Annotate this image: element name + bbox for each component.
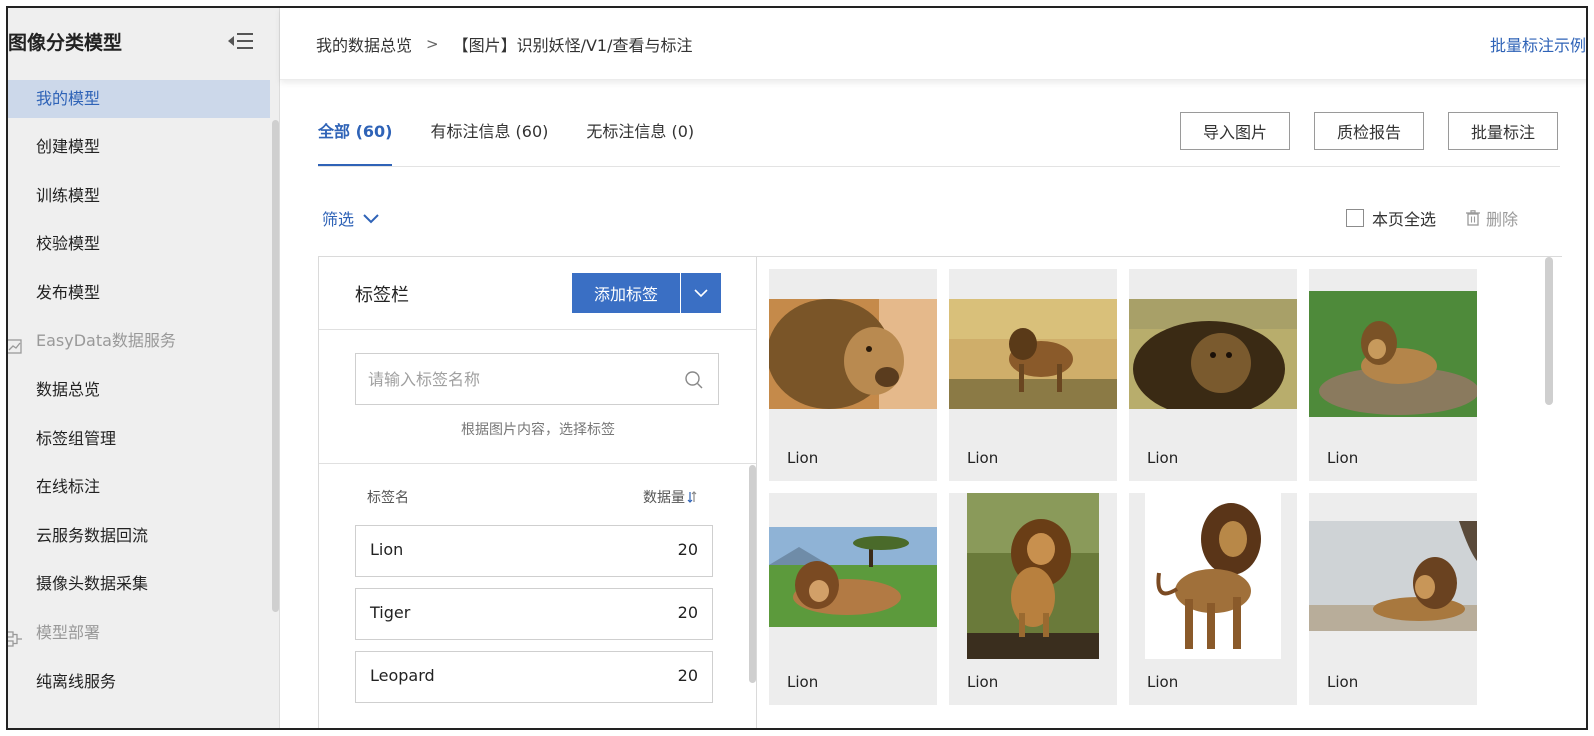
- image-card[interactable]: Lion: [949, 493, 1117, 705]
- column-header-count[interactable]: 数据量: [643, 487, 697, 507]
- label-row[interactable]: Leopard 20: [355, 651, 713, 703]
- image-thumbnail: [1309, 521, 1477, 631]
- image-label: Lion: [1327, 449, 1359, 467]
- collapse-menu-icon[interactable]: [226, 30, 254, 52]
- image-label: Lion: [787, 449, 819, 467]
- label-panel-title: 标签栏: [355, 285, 409, 306]
- label-row[interactable]: Lion 20: [355, 525, 713, 577]
- search-icon[interactable]: [684, 370, 704, 390]
- label-row[interactable]: Tiger 20: [355, 588, 713, 640]
- add-label-dropdown[interactable]: [681, 273, 721, 313]
- chevron-down-icon: [363, 214, 379, 224]
- sidebar-scrollbar[interactable]: [272, 120, 279, 612]
- label-count: 20: [677, 603, 698, 622]
- tab-labeled[interactable]: 有标注信息 (60): [430, 120, 548, 168]
- divider: [319, 463, 757, 464]
- sidebar-item-data-overview[interactable]: 数据总览: [8, 371, 270, 409]
- add-label-button[interactable]: 添加标签: [572, 273, 680, 313]
- select-all-page[interactable]: 本页全选: [1346, 206, 1436, 230]
- sidebar-title: 图像分类模型: [8, 32, 123, 54]
- image-card[interactable]: Lion: [1309, 269, 1477, 481]
- image-label: Lion: [787, 673, 819, 691]
- label-search-box: [355, 353, 719, 405]
- label-name: Lion: [370, 540, 404, 559]
- label-hint: 根据图片内容，选择标签: [461, 422, 615, 438]
- image-card[interactable]: Lion: [1129, 493, 1297, 705]
- image-grid: Lion Lion Lion Lion Lion Lion Lion Lion: [756, 256, 1562, 728]
- batch-annotate-button[interactable]: 批量标注: [1448, 112, 1558, 150]
- top-bar: 我的数据总览 > 【图片】识别妖怪/V1/查看与标注 批量标注示例: [280, 8, 1586, 80]
- sidebar: 图像分类模型 我的模型 创建模型 训练模型 校验模型 发布模型 EasyData…: [8, 8, 280, 728]
- image-card[interactable]: Lion: [1309, 493, 1477, 705]
- sidebar-item-camera-collect[interactable]: 摄像头数据采集: [8, 565, 270, 603]
- image-label: Lion: [967, 449, 999, 467]
- sidebar-item-create-model[interactable]: 创建模型: [8, 128, 270, 166]
- image-label: Lion: [1147, 449, 1179, 467]
- sidebar-item-label-group[interactable]: 标签组管理: [8, 420, 270, 458]
- breadcrumb-separator: >: [426, 35, 439, 53]
- sidebar-group-easydata: EasyData数据服务: [8, 322, 176, 360]
- chevron-down-icon: [694, 289, 708, 298]
- sidebar-group-deploy-label: 模型部署: [36, 623, 101, 642]
- tab-bar: 全部 (60) 有标注信息 (60) 无标注信息 (0): [318, 120, 732, 168]
- trash-icon: [1466, 210, 1480, 226]
- sidebar-item-online-annotation[interactable]: 在线标注: [8, 468, 270, 506]
- column-header-count-label: 数据量: [643, 490, 685, 506]
- tab-unlabeled[interactable]: 无标注信息 (0): [586, 120, 694, 168]
- sidebar-item-cloud-backflow[interactable]: 云服务数据回流: [8, 517, 270, 555]
- chart-icon: [8, 332, 24, 354]
- image-label: Lion: [1147, 673, 1179, 691]
- image-label: Lion: [1327, 673, 1359, 691]
- sidebar-item-publish-model[interactable]: 发布模型: [8, 274, 270, 312]
- image-thumbnail: [967, 493, 1099, 659]
- sidebar-item-my-models[interactable]: 我的模型: [8, 80, 270, 118]
- select-all-checkbox[interactable]: [1346, 209, 1364, 227]
- image-card[interactable]: Lion: [1129, 269, 1297, 481]
- delete-button[interactable]: 删除: [1466, 206, 1518, 230]
- sidebar-group-deploy: 模型部署: [8, 614, 100, 652]
- tab-all[interactable]: 全部 (60): [318, 120, 393, 168]
- import-images-button[interactable]: 导入图片: [1180, 112, 1290, 150]
- image-thumbnail: [1145, 493, 1281, 659]
- delete-label: 删除: [1486, 210, 1519, 229]
- select-all-label: 本页全选: [1372, 210, 1437, 229]
- column-header-name: 标签名: [367, 490, 409, 506]
- sidebar-group-easydata-label: EasyData数据服务: [36, 331, 176, 350]
- filter-toggle[interactable]: 筛选: [322, 206, 380, 230]
- sidebar-item-validate-model[interactable]: 校验模型: [8, 225, 270, 263]
- image-thumbnail: [949, 299, 1117, 409]
- sidebar-item-offline-service[interactable]: 纯离线服务: [8, 663, 270, 701]
- image-thumbnail: [1129, 299, 1297, 409]
- image-grid-scrollbar[interactable]: [1545, 257, 1553, 405]
- label-count: 20: [677, 540, 698, 559]
- app-window: 图像分类模型 我的模型 创建模型 训练模型 校验模型 发布模型 EasyData…: [6, 6, 1588, 730]
- label-list-scrollbar[interactable]: [749, 465, 756, 683]
- label-name: Tiger: [370, 603, 411, 622]
- label-name: Leopard: [370, 666, 435, 685]
- breadcrumb-root-link[interactable]: 我的数据总览: [316, 32, 412, 56]
- divider: [319, 329, 757, 330]
- label-search-input[interactable]: [368, 366, 668, 392]
- sidebar-item-train-model[interactable]: 训练模型: [8, 177, 270, 215]
- filter-label: 筛选: [322, 210, 355, 229]
- batch-example-link[interactable]: 批量标注示例: [1490, 32, 1586, 56]
- image-thumbnail: [1309, 291, 1477, 417]
- image-card[interactable]: Lion: [769, 493, 937, 705]
- quality-report-button[interactable]: 质检报告: [1314, 112, 1424, 150]
- image-thumbnail: [769, 299, 937, 409]
- sort-icon[interactable]: [687, 491, 697, 503]
- label-count: 20: [677, 666, 698, 685]
- deploy-icon: [8, 624, 24, 647]
- image-card[interactable]: Lion: [769, 269, 937, 481]
- image-label: Lion: [967, 673, 999, 691]
- tabs-divider: [318, 166, 1560, 167]
- image-thumbnail: [769, 527, 937, 627]
- breadcrumb-current: 【图片】识别妖怪/V1/查看与标注: [452, 36, 693, 55]
- label-panel: 标签栏 添加标签 根据图片内容，选择标签 标签名 数据量 Lion 20 Tig…: [318, 256, 757, 728]
- breadcrumb: 我的数据总览 > 【图片】识别妖怪/V1/查看与标注: [316, 32, 693, 56]
- image-card[interactable]: Lion: [949, 269, 1117, 481]
